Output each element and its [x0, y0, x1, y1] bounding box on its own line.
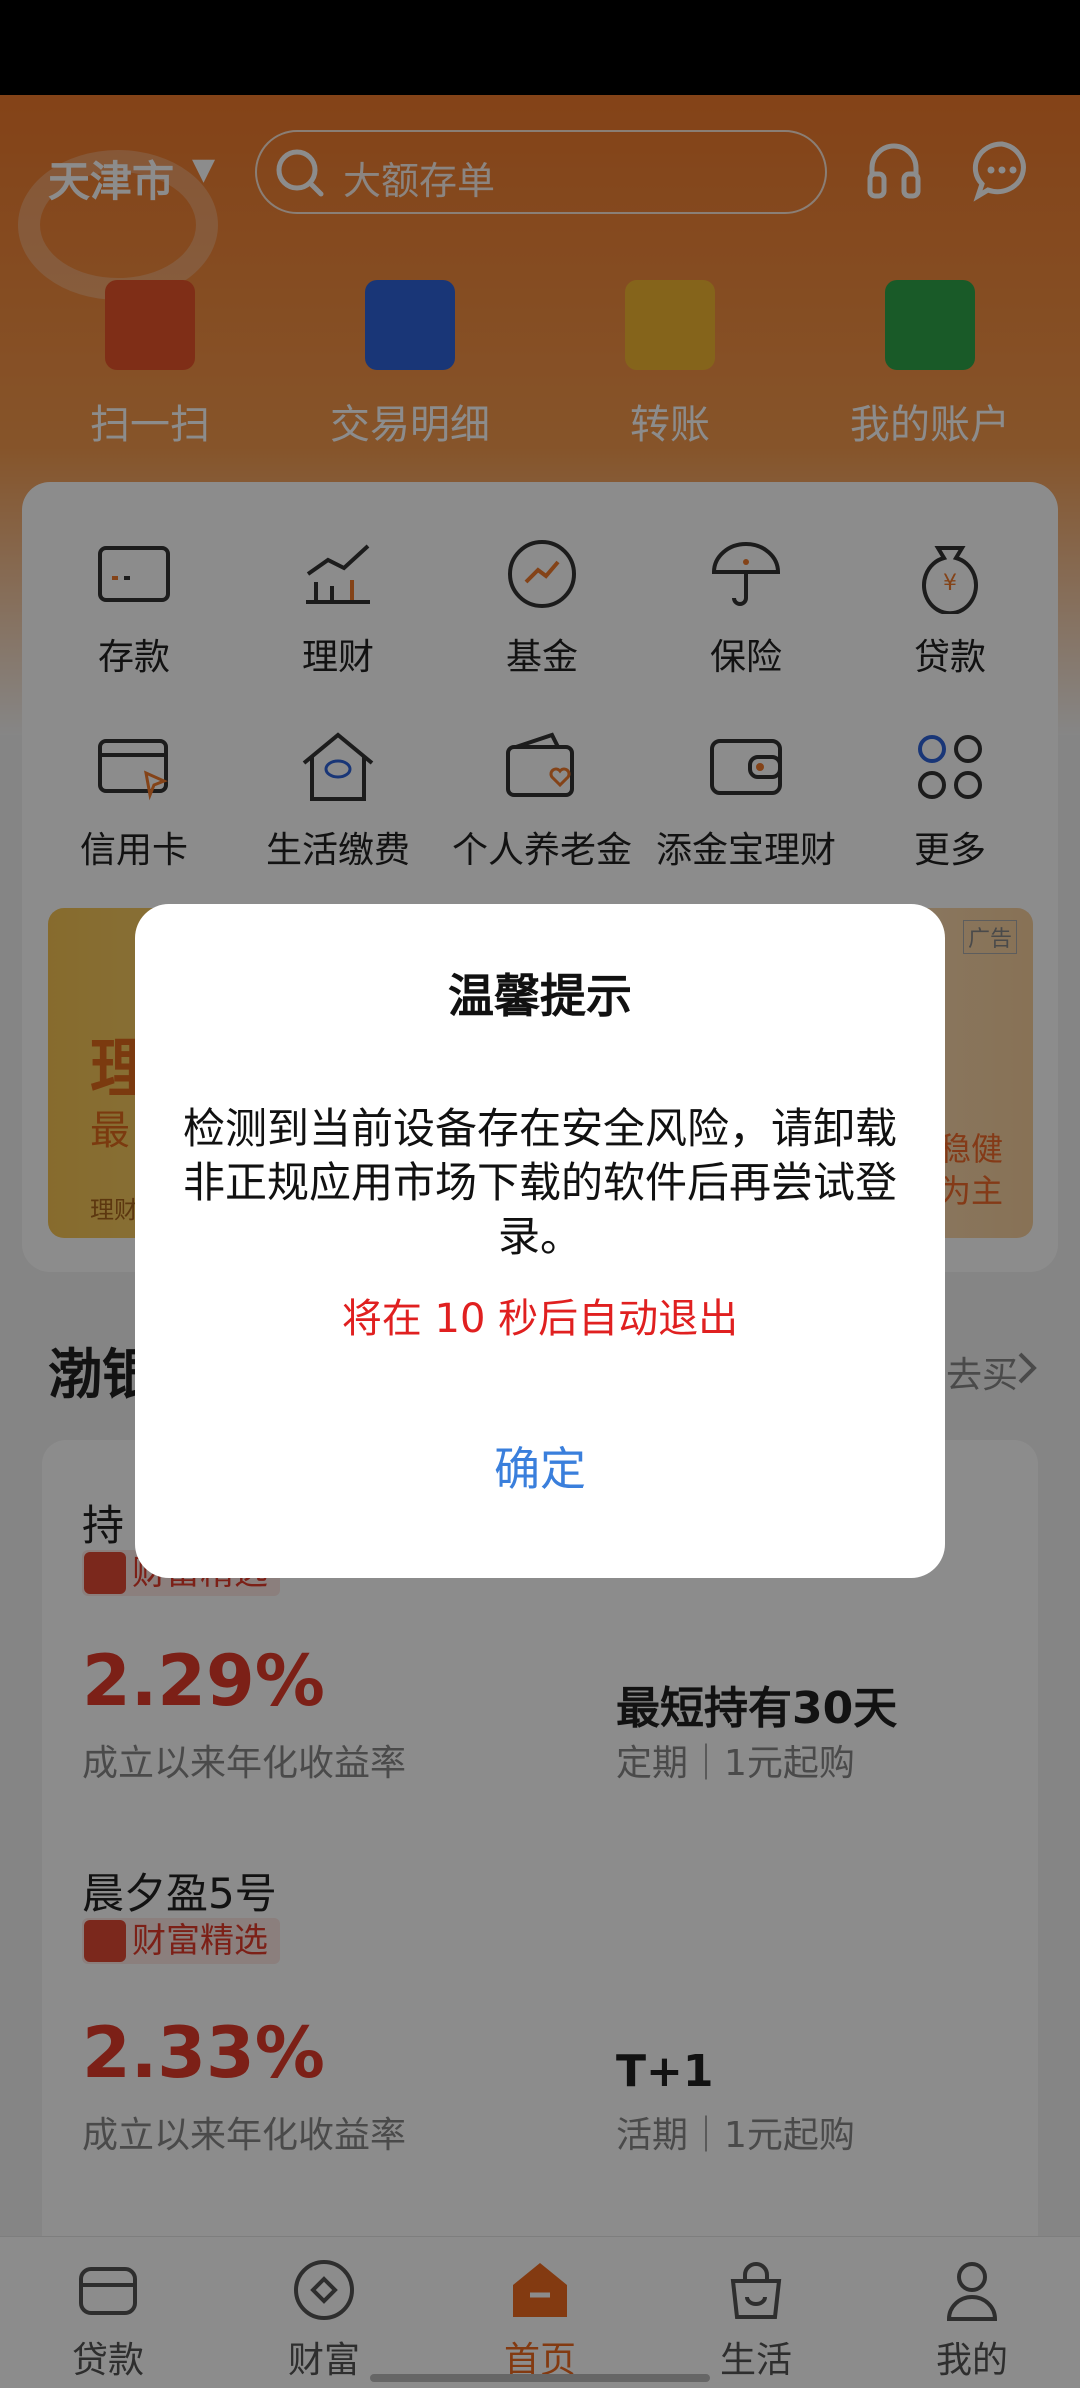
security-alert-dialog: 温馨提示 检测到当前设备存在安全风险，请卸载非正规应用市场下载的软件后再尝试登录… — [135, 904, 945, 1578]
dialog-title: 温馨提示 — [448, 969, 632, 1023]
status-bar — [0, 0, 1080, 95]
dialog-countdown: 将在 10 秒后自动退出 — [341, 1296, 739, 1342]
dialog-message: 检测到当前设备存在安全风险，请卸载非正规应用市场下载的软件后再尝试登录。 — [182, 1104, 897, 1261]
confirm-button[interactable]: 确定 — [135, 1424, 945, 1514]
